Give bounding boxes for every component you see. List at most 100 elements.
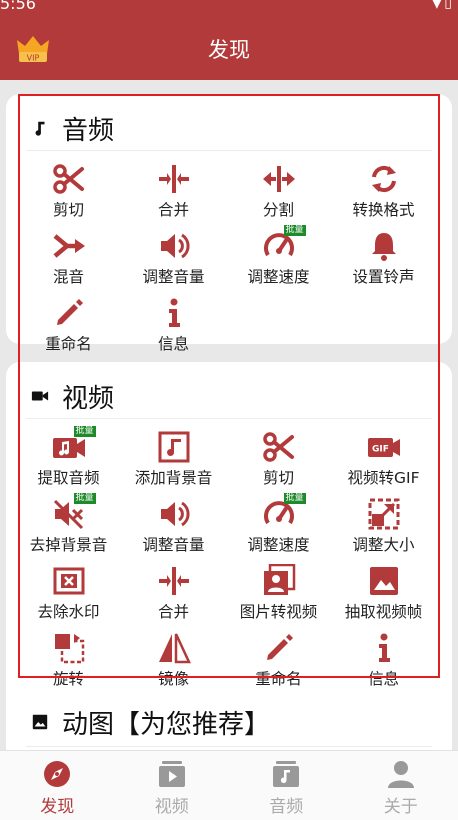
video-tool-8[interactable]: 去除水印 — [16, 554, 121, 621]
battery-icon: ▯ — [444, 0, 454, 11]
status-bar: 5:56 ▼▯ — [0, 0, 458, 14]
tool-label: 信息 — [157, 335, 189, 353]
convert-icon — [367, 162, 401, 196]
nav-1[interactable]: 视频 — [115, 751, 230, 820]
video-tool-13[interactable]: 镜像 — [121, 621, 226, 688]
person-icon — [386, 759, 416, 789]
tool-label: 合并 — [157, 603, 189, 621]
resize-icon — [367, 497, 401, 531]
status-icons: ▼▯ — [432, 0, 455, 11]
tool-label: 图片转视频 — [239, 603, 318, 621]
video-tool-14[interactable]: 重命名 — [226, 621, 331, 688]
tool-label: 信息 — [367, 670, 399, 688]
content-area[interactable]: 音频 剪切 合并 分割 转换格式 混音 调整音量 批量 调整速度 设置铃声 重命名 信息 视频 批量… — [0, 80, 458, 750]
scissors-icon — [262, 430, 296, 464]
batch-badge: 批量 — [73, 426, 96, 437]
compass-icon — [42, 759, 72, 789]
tool-label: 去掉背景音 — [29, 536, 108, 554]
video-tool-3[interactable]: GIF 视频转GIF — [331, 420, 436, 487]
audio-tool-5[interactable]: 调整音量 — [121, 219, 226, 286]
tool-label: 转换格式 — [352, 201, 415, 219]
batch-badge: 批量 — [283, 493, 306, 504]
video-tool-4[interactable]: 批量去掉背景音 — [16, 487, 121, 554]
video-tool-7[interactable]: 调整大小 — [331, 487, 436, 554]
scissors-icon — [52, 162, 86, 196]
video-tool-11[interactable]: 抽取视频帧 — [331, 554, 436, 621]
pencil-icon — [52, 296, 86, 330]
audio-tool-7[interactable]: 设置铃声 — [331, 219, 436, 286]
merge-icon — [157, 564, 191, 598]
tool-label: 调整音量 — [142, 536, 205, 554]
videocam-icon — [30, 386, 50, 406]
gif-card-title: 动图【为您推荐】 — [62, 709, 271, 740]
audio-tools-grid: 剪切 合并 分割 转换格式 混音 调整音量 批量 调整速度 设置铃声 重命名 信息 — [16, 152, 436, 353]
batch-badge: 批量 — [73, 493, 96, 504]
divider — [26, 150, 432, 151]
merge-icon — [157, 162, 191, 196]
audio-tool-9[interactable]: 信息 — [121, 286, 226, 353]
pencil-icon — [262, 631, 296, 665]
nav-label: 视频 — [154, 797, 189, 817]
video-tool-9[interactable]: 合并 — [121, 554, 226, 621]
tool-label: 混音 — [52, 268, 84, 286]
tool-label: 提取音频 — [37, 469, 100, 487]
tool-label: 合并 — [157, 201, 189, 219]
rotate-icon — [52, 631, 86, 665]
gif-card: 动图【为您推荐】 — [6, 694, 452, 750]
page-title: 发现 — [208, 38, 250, 62]
nav-label: 关于 — [383, 797, 418, 817]
batch-badge: 批量 — [283, 225, 306, 236]
video-tool-10[interactable]: 图片转视频 — [226, 554, 331, 621]
nav-label: 音频 — [269, 797, 304, 817]
photos-icon — [262, 564, 296, 598]
tool-label: 抽取视频帧 — [344, 603, 423, 621]
tool-label: 重命名 — [45, 335, 92, 353]
video-tool-1[interactable]: 添加背景音 — [121, 420, 226, 487]
add-music-icon — [157, 430, 191, 464]
tool-label: 分割 — [262, 201, 294, 219]
audio-tool-3[interactable]: 转换格式 — [331, 152, 436, 219]
audio-card-title: 音频 — [62, 115, 115, 146]
wifi-icon: ▼ — [431, 0, 445, 11]
speed-icon: 批量 — [262, 225, 306, 263]
video-tool-12[interactable]: 旋转 — [16, 621, 121, 688]
tool-label: 调整速度 — [247, 536, 310, 554]
volume-icon — [157, 497, 191, 531]
nav-2[interactable]: 音频 — [229, 751, 344, 820]
speed-icon: 批量 — [262, 493, 306, 531]
video-tool-6[interactable]: 批量调整速度 — [226, 487, 331, 554]
video-folder-icon — [157, 759, 187, 789]
audio-tool-6[interactable]: 批量调整速度 — [226, 219, 331, 286]
mute-icon: 批量 — [52, 493, 96, 531]
image-icon — [30, 712, 50, 732]
tool-label: 调整音量 — [142, 268, 205, 286]
split-icon — [262, 162, 296, 196]
audio-tool-4[interactable]: 混音 — [16, 219, 121, 286]
video-tool-2[interactable]: 剪切 — [226, 420, 331, 487]
music-note-icon — [30, 118, 50, 138]
nav-0[interactable]: 发现 — [0, 751, 115, 820]
tool-label: 重命名 — [255, 670, 302, 688]
gif-icon-text: GIF — [372, 445, 389, 455]
music-folder-icon — [271, 759, 301, 789]
audio-tool-2[interactable]: 分割 — [226, 152, 331, 219]
audio-card: 音频 剪切 合并 分割 转换格式 混音 调整音量 批量 调整速度 设置铃声 重命名 信息 — [6, 94, 452, 353]
audio-tool-8[interactable]: 重命名 — [16, 286, 121, 353]
video-card-header: 视频 — [30, 376, 114, 416]
volume-icon — [157, 229, 191, 263]
tool-label: 去除水印 — [37, 603, 100, 621]
audio-tool-0[interactable]: 剪切 — [16, 152, 121, 219]
audio-tool-1[interactable]: 合并 — [121, 152, 226, 219]
video-tool-5[interactable]: 调整音量 — [121, 487, 226, 554]
video-card-title: 视频 — [62, 383, 115, 414]
video-tool-0[interactable]: 批量提取音频 — [16, 420, 121, 487]
video-tool-15[interactable]: 信息 — [331, 621, 436, 688]
extract-audio-icon: 批量 — [52, 426, 96, 464]
video-card: 视频 批量 提取音频 添加背景音 剪切 GIF 视频转GIF 批量 去掉背景音 调整音量 批量 调整… — [6, 362, 452, 750]
nav-3[interactable]: 关于 — [344, 751, 458, 820]
info-icon — [367, 631, 401, 665]
mirror-icon — [157, 631, 191, 665]
tool-label: 剪切 — [262, 469, 294, 487]
tool-label: 调整速度 — [247, 268, 310, 286]
divider — [26, 746, 432, 747]
